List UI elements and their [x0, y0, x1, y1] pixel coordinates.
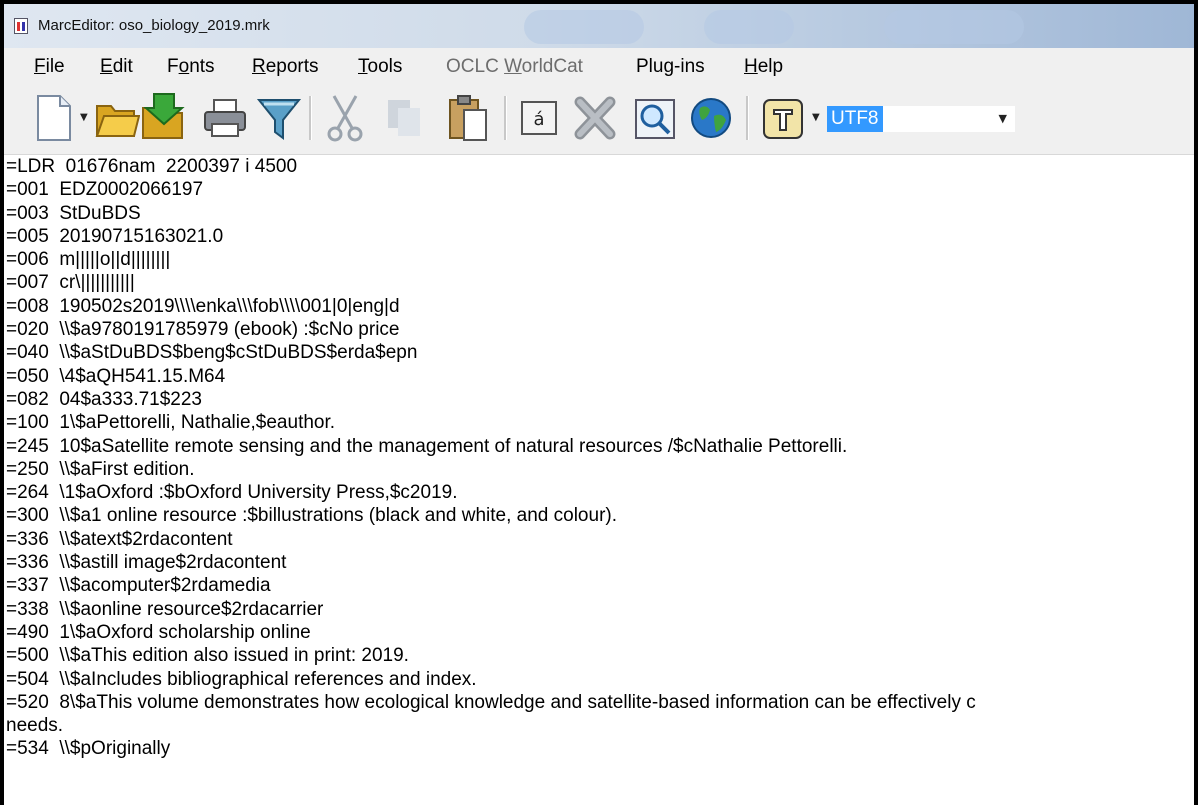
record-editor[interactable]: =LDR 01676nam 2200397 i 4500 =001 EDZ0002… — [4, 155, 1194, 805]
chevron-down-icon[interactable]: ▼ — [999, 112, 1007, 125]
marc-field-line[interactable]: =007 cr\||||||||||| — [6, 271, 976, 294]
open-folder-icon[interactable] — [94, 92, 140, 144]
encoding-value: UTF8 — [827, 106, 883, 132]
window-frame — [0, 0, 1198, 4]
menu-help[interactable]: Help — [744, 56, 783, 78]
print-icon[interactable] — [202, 92, 248, 144]
marc-field-line[interactable]: needs. — [6, 714, 976, 737]
delete-icon[interactable] — [572, 92, 618, 144]
menu-reports[interactable]: Reports — [252, 56, 319, 78]
chevron-down-icon[interactable]: ▼ — [80, 112, 90, 124]
app-icon[interactable] — [14, 18, 28, 34]
copy-icon[interactable] — [382, 92, 428, 144]
toolbar-separator — [746, 96, 749, 140]
marc-field-line[interactable]: =264 \1$aOxford :$bOxford University Pre… — [6, 481, 976, 504]
toolbar-separator — [504, 96, 507, 140]
marc-field-line[interactable]: =082 04$a333.71$223 — [6, 388, 976, 411]
menu-fonts[interactable]: Fonts — [167, 56, 215, 78]
menu-file[interactable]: File — [34, 56, 65, 78]
marc-field-line[interactable]: =250 \\$aFirst edition. — [6, 458, 976, 481]
marc-field-line[interactable]: =504 \\$aIncludes bibliographical refere… — [6, 668, 976, 691]
marc-field-line[interactable]: =050 \4$aQH541.15.M64 — [6, 365, 976, 388]
paste-icon[interactable] — [444, 92, 490, 144]
marc-field-line[interactable]: =100 1\$aPettorelli, Nathalie,$eauthor. — [6, 411, 976, 434]
character-glyph: á — [533, 109, 544, 130]
title-bar-decoration — [524, 10, 644, 44]
globe-icon[interactable] — [688, 92, 734, 144]
toolbar-separator — [309, 96, 312, 140]
marc-field-line[interactable]: =490 1\$aOxford scholarship online — [6, 621, 976, 644]
marc-field-line[interactable]: =336 \\$astill image$2rdacontent — [6, 551, 976, 574]
menu-bar: File Edit Fonts Reports Tools OCLC World… — [4, 48, 1194, 84]
validate-icon[interactable] — [760, 92, 806, 144]
marc-field-line[interactable]: =337 \\$acomputer$2rdamedia — [6, 574, 976, 597]
marc-field-line[interactable]: =006 m|||||o||d|||||||| — [6, 248, 976, 271]
marc-field-line[interactable]: =300 \\$a1 online resource :$billustrati… — [6, 504, 976, 527]
menu-edit[interactable]: Edit — [100, 56, 133, 78]
title-bar-decoration — [884, 10, 1024, 44]
menu-plug-ins[interactable]: Plug-ins — [636, 56, 705, 78]
marc-field-line[interactable]: =LDR 01676nam 2200397 i 4500 — [6, 155, 976, 178]
find-icon[interactable] — [632, 92, 678, 144]
chevron-down-icon[interactable]: ▼ — [812, 112, 822, 124]
new-document-icon[interactable] — [30, 92, 76, 144]
marc-field-line[interactable]: =338 \\$aonline resource$2rdacarrier — [6, 598, 976, 621]
menu-oclc-worldcat[interactable]: OCLC WorldCat — [446, 56, 583, 78]
title-bar-decoration — [704, 10, 794, 44]
menu-tools[interactable]: Tools — [358, 56, 402, 78]
window-title: MarcEditor: oso_biology_2019.mrk — [38, 17, 270, 34]
marc-field-line[interactable]: =500 \\$aThis edition also issued in pri… — [6, 644, 976, 667]
marc-field-line[interactable]: =534 \\$pOriginally — [6, 737, 976, 760]
marc-editor-window: MarcEditor: oso_biology_2019.mrk File Ed… — [0, 0, 1198, 805]
marc-field-line[interactable]: =040 \\$aStDuBDS$beng$cStDuBDS$erda$epn — [6, 341, 976, 364]
marc-field-line[interactable]: =336 \\$atext$2rdacontent — [6, 528, 976, 551]
marc-field-line[interactable]: =520 8\$aThis volume demonstrates how ec… — [6, 691, 976, 714]
marc-field-line[interactable]: =001 EDZ0002066197 — [6, 178, 976, 201]
window-frame — [0, 0, 4, 805]
save-icon[interactable] — [140, 92, 186, 144]
marc-field-line[interactable]: =003 StDuBDS — [6, 202, 976, 225]
character-icon[interactable]: á — [516, 92, 562, 144]
filter-icon[interactable] — [256, 92, 302, 144]
marc-field-line[interactable]: =245 10$aSatellite remote sensing and th… — [6, 435, 976, 458]
title-bar[interactable]: MarcEditor: oso_biology_2019.mrk — [4, 4, 1194, 49]
encoding-select[interactable]: UTF8 ▼ — [827, 106, 1015, 132]
cut-icon[interactable] — [322, 92, 368, 144]
marc-field-line[interactable]: =020 \\$a9780191785979 (ebook) :$cNo pri… — [6, 318, 976, 341]
toolbar: ▼ á ▼ UTF8 ▼ — [4, 84, 1194, 155]
marc-field-line[interactable]: =008 190502s2019\\\\enka\\\fob\\\\001|0|… — [6, 295, 976, 318]
window-frame — [1194, 0, 1198, 805]
marc-record-lines: =LDR 01676nam 2200397 i 4500 =001 EDZ0002… — [6, 155, 976, 761]
marc-field-line[interactable]: =005 20190715163021.0 — [6, 225, 976, 248]
